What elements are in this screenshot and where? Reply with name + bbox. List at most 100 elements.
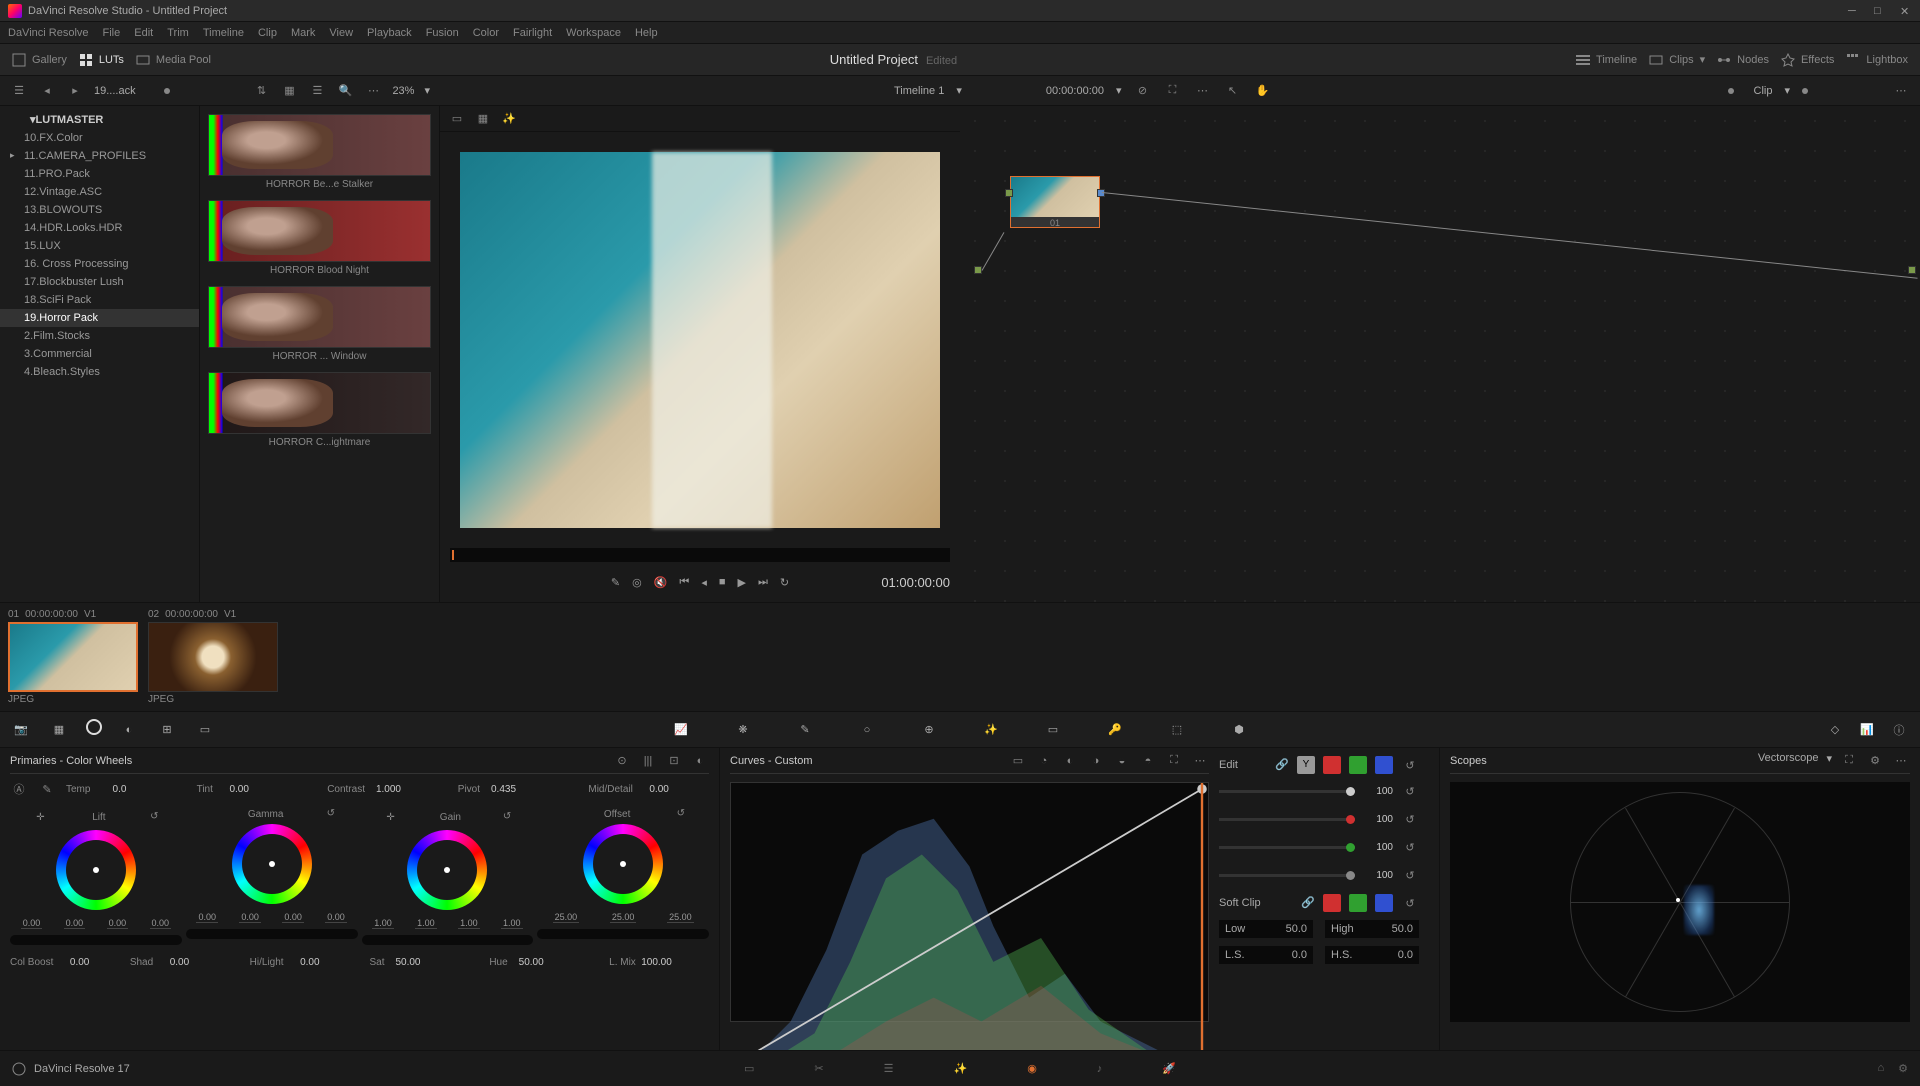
curve-mode5-icon[interactable]: ◒ — [1113, 752, 1131, 770]
luts-button[interactable]: LUTs — [79, 53, 124, 67]
channel-b-button[interactable] — [1375, 756, 1393, 774]
reset-y-icon[interactable]: ↺ — [1401, 782, 1419, 800]
viewer-mode1-icon[interactable]: ▭ — [448, 110, 466, 128]
grid-icon[interactable]: ▦ — [280, 82, 298, 100]
gain-reset-icon[interactable]: ↺ — [501, 811, 513, 823]
temp-value[interactable]: 0.0 — [94, 784, 126, 795]
lightbox-button[interactable]: Lightbox — [1846, 53, 1908, 67]
scope-expand-icon[interactable]: ⛶ — [1840, 752, 1858, 770]
lift-reset-icon[interactable]: ↺ — [148, 811, 160, 823]
lut-thumb[interactable]: HORROR Be...e Stalker — [208, 114, 431, 190]
lift-wheel[interactable] — [56, 830, 136, 910]
edit-page-icon[interactable]: ☰ — [884, 1062, 894, 1075]
magic-mask-icon[interactable]: ✨ — [980, 719, 1002, 741]
tc-dropdown-icon[interactable]: ▾ — [1116, 84, 1122, 97]
search-icon[interactable]: 🔍 — [336, 82, 354, 100]
loop-icon[interactable]: ↻ — [780, 576, 789, 589]
gamma-wheel[interactable] — [232, 824, 312, 904]
curve-mode4-icon[interactable]: ◑ — [1087, 752, 1105, 770]
curve-more-icon[interactable]: ⋯ — [1191, 752, 1209, 770]
info-icon[interactable]: ⓘ — [1888, 719, 1910, 741]
home-icon[interactable]: ⌂ — [1877, 1062, 1884, 1075]
timeline-selector[interactable]: Timeline 1 — [894, 85, 944, 97]
reset-b-icon[interactable]: ↺ — [1401, 866, 1419, 884]
picker-icon[interactable]: ✎ — [38, 780, 56, 798]
scope-settings-icon[interactable]: ⚙ — [1866, 752, 1884, 770]
tracker-icon[interactable]: ⊕ — [918, 719, 940, 741]
menu-fairlight[interactable]: Fairlight — [513, 27, 552, 39]
hdr-icon[interactable]: ◐ — [118, 719, 140, 741]
hue-value[interactable]: 50.00 — [512, 957, 544, 968]
clips-button[interactable]: Clips ▾ — [1649, 53, 1705, 67]
pointer-icon[interactable]: ↖ — [1224, 82, 1242, 100]
hilight-value[interactable]: 0.00 — [288, 957, 320, 968]
expand-icon[interactable]: ⛶ — [1164, 82, 1182, 100]
next-clip-icon[interactable]: ⏭ — [758, 576, 768, 589]
scope-dropdown-icon[interactable]: ▾ — [1826, 752, 1832, 770]
warper-icon[interactable]: ❋ — [732, 719, 754, 741]
bars-mode-icon[interactable]: ⊡ — [665, 752, 683, 770]
effects-button[interactable]: Effects — [1781, 53, 1834, 67]
menu-workspace[interactable]: Workspace — [566, 27, 621, 39]
camera-raw-icon[interactable]: 📷 — [10, 719, 32, 741]
timeline-dropdown-icon[interactable]: ▾ — [956, 84, 962, 97]
zoom-dropdown-icon[interactable]: ▾ — [424, 84, 430, 97]
maximize-button[interactable]: □ — [1874, 5, 1886, 17]
menu-view[interactable]: View — [329, 27, 353, 39]
curve-mode3-icon[interactable]: ◐ — [1061, 752, 1079, 770]
high-value[interactable]: 50.0 — [1392, 923, 1413, 935]
intensity-slider-r[interactable] — [1219, 818, 1355, 821]
offset-reset-icon[interactable]: ↺ — [675, 808, 687, 820]
offset-wheel[interactable] — [583, 824, 663, 904]
window-icon[interactable]: ○ — [856, 719, 878, 741]
lut-thumb[interactable]: HORROR Blood Night — [208, 200, 431, 276]
clip-dropdown-icon[interactable]: ▾ — [1784, 84, 1790, 97]
curves-icon[interactable]: 📈 — [670, 719, 692, 741]
menu-timeline[interactable]: Timeline — [203, 27, 244, 39]
key-icon[interactable]: 🔑 — [1104, 719, 1126, 741]
low-value[interactable]: 50.0 — [1286, 923, 1307, 935]
viewer-image[interactable] — [460, 152, 940, 528]
tree-item[interactable]: 18.SciFi Pack — [0, 291, 199, 309]
zoom-level[interactable]: 23% — [392, 85, 414, 97]
menu-color[interactable]: Color — [473, 27, 499, 39]
tree-item[interactable]: 13.BLOWOUTS — [0, 201, 199, 219]
media-page-icon[interactable]: ▭ — [744, 1062, 754, 1075]
step-back-icon[interactable]: ◂ — [701, 576, 707, 589]
fairlight-page-icon[interactable]: ♪ — [1097, 1063, 1103, 1075]
prev-clip-icon[interactable]: ⏮ — [679, 576, 689, 589]
back-icon[interactable]: ◂ — [38, 82, 56, 100]
sizing-icon[interactable]: ⬚ — [1166, 719, 1188, 741]
ls-value[interactable]: 0.0 — [1292, 949, 1307, 961]
curve-reset-icon[interactable]: ↺ — [1401, 756, 1419, 774]
lift-ywheel[interactable] — [10, 935, 182, 945]
rgb-mixer-icon[interactable]: ⊞ — [156, 719, 178, 741]
softclip-b-button[interactable] — [1375, 894, 1393, 912]
menu-clip[interactable]: Clip — [258, 27, 277, 39]
panel-more-icon[interactable]: ⋯ — [1892, 82, 1910, 100]
tree-root[interactable]: LUTMASTER — [0, 110, 199, 129]
menu-fusion[interactable]: Fusion — [426, 27, 459, 39]
blur-icon[interactable]: ▭ — [1042, 719, 1064, 741]
tree-item-selected[interactable]: 19.Horror Pack — [0, 309, 199, 327]
lummix-value[interactable]: 100.00 — [640, 957, 672, 968]
hand-icon[interactable]: ✋ — [1254, 82, 1272, 100]
auto-icon[interactable]: Ⓐ — [10, 780, 28, 798]
tree-item[interactable]: 11.PRO.Pack — [0, 165, 199, 183]
colboost-value[interactable]: 0.00 — [57, 957, 89, 968]
color-match-icon[interactable]: ▦ — [48, 719, 70, 741]
shad-value[interactable]: 0.00 — [157, 957, 189, 968]
3d-icon[interactable]: ⬢ — [1228, 719, 1250, 741]
cut-page-icon[interactable]: ✂ — [814, 1062, 823, 1075]
mediapool-button[interactable]: Media Pool — [136, 53, 211, 67]
stop-icon[interactable]: ■ — [719, 576, 726, 588]
keyframe-icon[interactable]: ◇ — [1824, 719, 1846, 741]
contrast-value[interactable]: 1.000 — [369, 784, 401, 795]
gain-ywheel[interactable] — [362, 935, 534, 945]
wheels-icon[interactable] — [86, 719, 102, 735]
project-settings-icon[interactable]: ⚙ — [1898, 1062, 1908, 1075]
menu-help[interactable]: Help — [635, 27, 658, 39]
intensity-slider-b[interactable] — [1219, 874, 1355, 877]
scope-more-icon[interactable]: ⋯ — [1892, 752, 1910, 770]
minimize-button[interactable]: ─ — [1848, 5, 1860, 17]
